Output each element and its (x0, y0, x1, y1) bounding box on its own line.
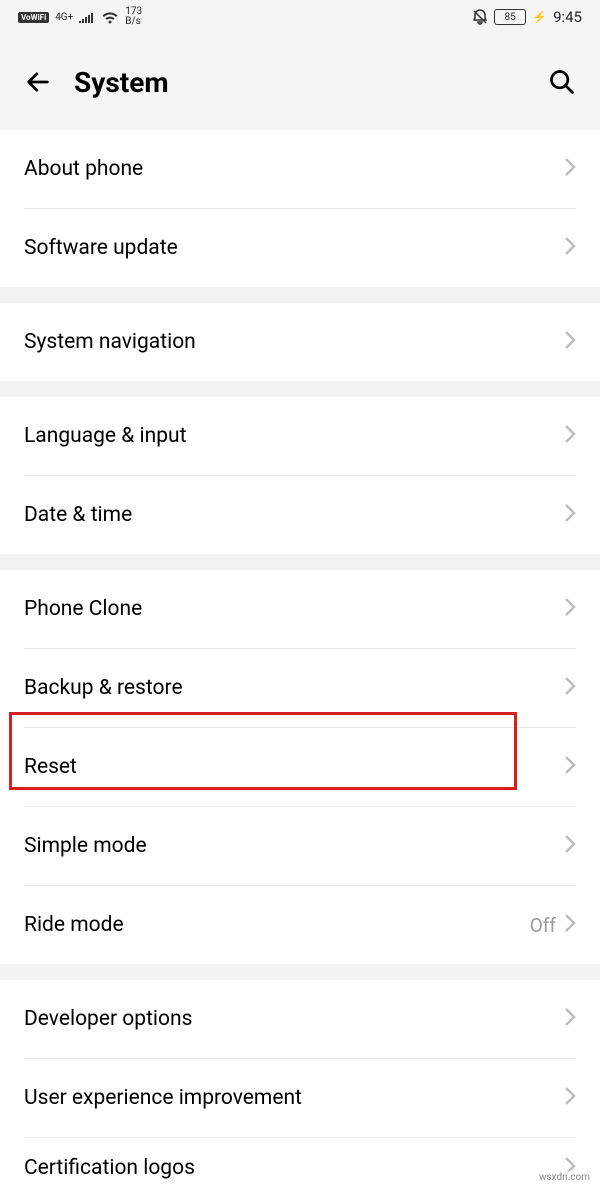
row-label: Backup & restore (24, 676, 564, 700)
vowifi-badge: VoWiFi (18, 12, 49, 23)
settings-group: About phone Software update (0, 130, 600, 287)
row-system-navigation[interactable]: System navigation (0, 303, 600, 381)
row-about-phone[interactable]: About phone (0, 130, 600, 208)
row-language-input[interactable]: Language & input (0, 397, 600, 475)
row-certification-logos[interactable]: Certification logos (0, 1138, 600, 1198)
network-speed: 173 B/s (125, 7, 142, 27)
row-reset[interactable]: Reset (0, 728, 600, 806)
row-label: Developer options (24, 1007, 564, 1031)
row-label: Language & input (24, 424, 564, 448)
section-gap (0, 964, 600, 980)
row-date-time[interactable]: Date & time (0, 476, 600, 554)
chevron-right-icon (564, 676, 576, 700)
chevron-right-icon (564, 157, 576, 181)
search-icon[interactable] (548, 68, 576, 96)
chevron-right-icon (564, 597, 576, 621)
status-left: VoWiFi 4G+ 173 B/s (18, 7, 142, 27)
chevron-right-icon (564, 236, 576, 260)
row-label: Simple mode (24, 834, 564, 858)
chevron-right-icon (564, 424, 576, 448)
row-label: Reset (24, 755, 564, 779)
page-title: System (74, 66, 526, 99)
back-icon[interactable] (24, 68, 52, 96)
signal-bars-icon (79, 11, 95, 23)
chevron-right-icon (564, 1086, 576, 1110)
section-gap (0, 381, 600, 397)
row-label: Ride mode (24, 913, 530, 937)
row-label: Date & time (24, 503, 564, 527)
row-value: Off (530, 914, 556, 937)
chevron-right-icon (564, 330, 576, 354)
app-header: System (0, 34, 600, 130)
chevron-right-icon (564, 503, 576, 527)
settings-group: Phone Clone Backup & restore Reset Simpl… (0, 570, 600, 964)
status-bar: VoWiFi 4G+ 173 B/s 85 ⚡ 9:45 (0, 0, 600, 34)
row-label: System navigation (24, 330, 564, 354)
row-label: Software update (24, 236, 564, 260)
charging-icon: ⚡ (532, 10, 547, 24)
section-gap (0, 554, 600, 570)
battery-icon: 85 (494, 9, 526, 25)
row-backup-restore[interactable]: Backup & restore (0, 649, 600, 727)
clock-time: 9:45 (553, 8, 582, 26)
row-label: Certification logos (24, 1156, 564, 1180)
row-user-experience[interactable]: User experience improvement (0, 1059, 600, 1137)
section-gap (0, 287, 600, 303)
chevron-right-icon (564, 913, 576, 937)
row-label: Phone Clone (24, 597, 564, 621)
settings-group: Developer options User experience improv… (0, 980, 600, 1198)
row-ride-mode[interactable]: Ride mode Off (0, 886, 600, 964)
settings-group: System navigation (0, 303, 600, 381)
row-developer-options[interactable]: Developer options (0, 980, 600, 1058)
signal-text: 4G+ (55, 12, 73, 23)
row-label: User experience improvement (24, 1086, 564, 1110)
watermark: wsxdn.com (535, 1171, 594, 1184)
row-simple-mode[interactable]: Simple mode (0, 807, 600, 885)
status-right: 85 ⚡ 9:45 (472, 8, 582, 26)
row-software-update[interactable]: Software update (0, 209, 600, 287)
row-phone-clone[interactable]: Phone Clone (0, 570, 600, 648)
wifi-icon (101, 11, 119, 24)
settings-group: Language & input Date & time (0, 397, 600, 554)
chevron-right-icon (564, 755, 576, 779)
chevron-right-icon (564, 1007, 576, 1031)
chevron-right-icon (564, 834, 576, 858)
row-label: About phone (24, 157, 564, 181)
mute-icon (472, 9, 488, 25)
